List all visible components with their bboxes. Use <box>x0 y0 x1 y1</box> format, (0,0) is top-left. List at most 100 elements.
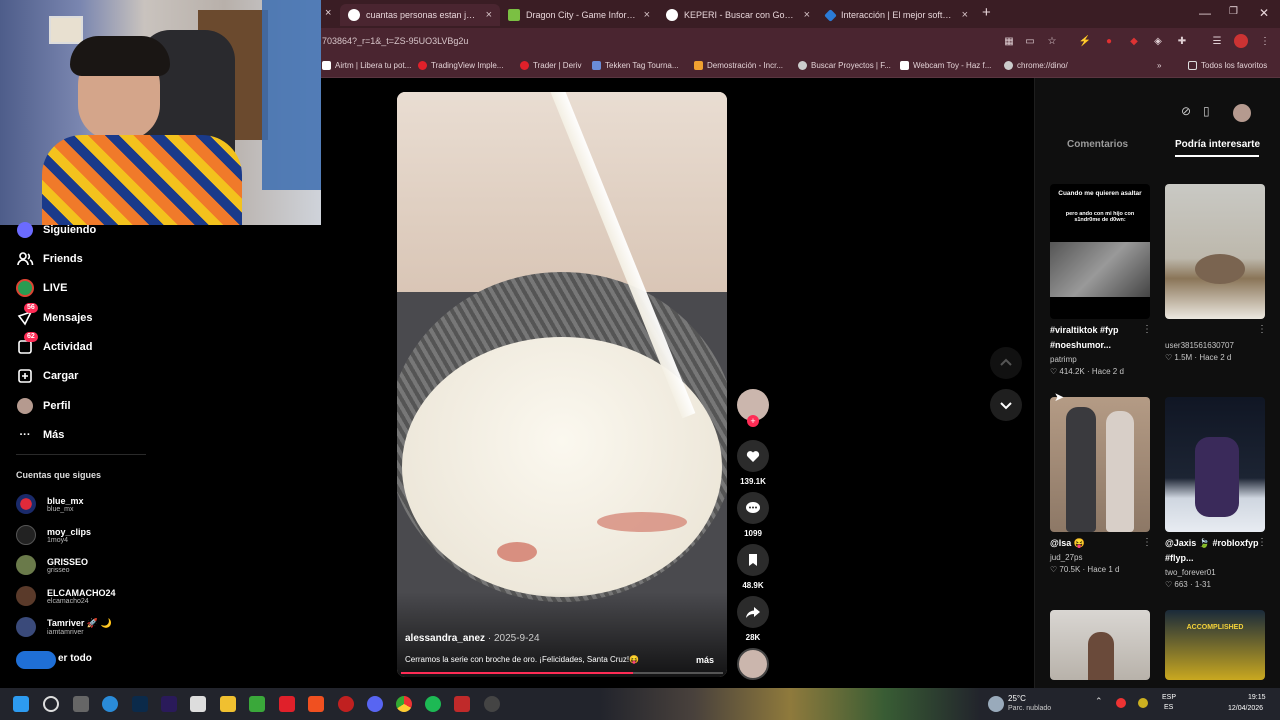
nav-mas[interactable]: ··· Más <box>16 424 65 446</box>
video-player[interactable]: alessandra_anez · 2025-9-24 Cerramos la … <box>397 92 727 677</box>
tab-podria-interesarte[interactable]: Podría interesarte <box>1175 139 1260 150</box>
card-menu-icon[interactable]: ⋮ <box>1142 537 1152 548</box>
file-explorer-icon[interactable] <box>220 696 236 712</box>
extension-icon[interactable]: ● <box>1102 34 1116 48</box>
cast-icon[interactable]: ▭ <box>1023 34 1037 48</box>
sidebar-icon[interactable]: ☰ <box>1210 34 1224 48</box>
url-text[interactable]: 703864?_r=1&_t=ZS-95UO3LVBg2u <box>322 36 468 46</box>
bookmark-item[interactable]: Tekken Tag Tourna... <box>592 61 679 70</box>
chrome-icon[interactable] <box>396 696 412 712</box>
extension-icon[interactable]: ⚡ <box>1078 34 1092 48</box>
author-avatar[interactable]: + <box>737 389 769 427</box>
account-item[interactable]: Tamriver 🚀 🌙 iamtamriver <box>16 613 112 641</box>
tab-comentarios[interactable]: Comentarios <box>1067 139 1128 150</box>
tray-icon[interactable] <box>1116 698 1126 708</box>
browser-tab[interactable]: cuantas personas estan jugando × <box>340 4 500 26</box>
account-item[interactable]: GRISSEO grisseo <box>16 551 88 579</box>
task-view-icon[interactable] <box>73 696 89 712</box>
recommended-video-card[interactable]: Cuando me quieren asaltar pero ando con … <box>1050 184 1152 376</box>
brave-icon[interactable] <box>308 696 324 712</box>
nav-actividad[interactable]: 62 Actividad <box>16 332 93 358</box>
all-bookmarks[interactable]: Todos los favoritos <box>1188 61 1267 70</box>
more-link[interactable]: más <box>696 655 714 665</box>
close-icon[interactable]: × <box>962 9 968 21</box>
close-icon[interactable]: × <box>644 9 650 21</box>
bookmark-item[interactable]: Buscar Proyectos | F... <box>798 61 891 70</box>
see-all-link[interactable]: er todo <box>58 653 92 664</box>
phone-icon[interactable]: ▯ <box>1203 104 1219 120</box>
previous-video-button[interactable] <box>990 347 1022 379</box>
menu-kebab-icon[interactable]: ⋮ <box>1258 34 1272 48</box>
close-icon[interactable]: × <box>486 9 492 21</box>
browser-tab[interactable]: KEPERI - Buscar con Google × <box>658 4 818 26</box>
minecraft-icon[interactable] <box>249 696 265 712</box>
browser-tab[interactable]: Dragon City - Game Informatio × <box>500 4 658 26</box>
comment-button[interactable]: 1099 <box>737 492 769 538</box>
profile-avatar-icon[interactable] <box>1234 34 1248 48</box>
tray-icon[interactable] <box>1138 698 1148 708</box>
card-menu-icon[interactable]: ⋮ <box>1257 537 1267 548</box>
compass-icon[interactable]: ⊘ <box>1181 104 1197 120</box>
nav-friends[interactable]: Friends <box>16 248 83 270</box>
keyboard-layout[interactable]: ES <box>1164 704 1173 711</box>
input-language[interactable]: ESP <box>1162 694 1176 701</box>
windows-start-icon[interactable] <box>13 696 29 712</box>
clock-time[interactable]: 19:15 <box>1248 694 1266 701</box>
close-window-icon[interactable]: ✕ <box>1259 6 1269 20</box>
bookmark-item[interactable]: Trader | Deriv <box>520 61 581 70</box>
translate-icon[interactable]: ▦ <box>1002 34 1016 48</box>
card-menu-icon[interactable]: ⋮ <box>1142 324 1152 335</box>
obs-icon[interactable] <box>484 696 500 712</box>
search-icon[interactable] <box>43 696 59 712</box>
bookmark-item[interactable]: chrome://dino/ <box>1004 61 1068 70</box>
sound-avatar[interactable] <box>737 648 769 680</box>
account-item[interactable]: ELCAMACHO24 elcamacho24 <box>16 582 116 610</box>
minimize-icon[interactable]: — <box>1199 6 1211 20</box>
avatar[interactable] <box>1233 104 1251 122</box>
browser-tab[interactable]: Interacción | El mejor software × <box>818 4 976 26</box>
deriv-app-icon[interactable] <box>279 696 295 712</box>
discord-icon[interactable] <box>367 696 383 712</box>
card-menu-icon[interactable]: ⋮ <box>1257 324 1267 335</box>
video-author[interactable]: alessandra_anez · 2025-9-24 <box>405 633 540 644</box>
app-icon[interactable] <box>338 696 354 712</box>
voicemeeter-icon[interactable] <box>454 696 470 712</box>
account-item[interactable]: blue_mx blue_mx <box>16 490 84 518</box>
weather-icon[interactable] <box>988 696 1004 712</box>
spotify-icon[interactable] <box>425 696 441 712</box>
premiere-icon[interactable] <box>161 696 177 712</box>
nav-mensajes[interactable]: 56 Mensajes <box>16 303 93 329</box>
store-icon[interactable] <box>190 696 206 712</box>
recommended-video-card[interactable]: @Jaxis 🍃 #robloxfyp #flyp... two_forever… <box>1165 397 1267 589</box>
chevron-right-icon[interactable]: » <box>1157 61 1161 70</box>
new-tab-button[interactable]: + <box>982 4 991 21</box>
tray-chevron-icon[interactable]: ⌃ <box>1095 696 1103 707</box>
bookmark-item[interactable]: TradingView Imple... <box>418 61 503 70</box>
bookmark-star-icon[interactable]: ☆ <box>1045 34 1059 48</box>
puzzle-icon[interactable]: ✚ <box>1175 34 1189 48</box>
bookmark-item[interactable]: Webcam Toy - Haz f... <box>900 61 991 70</box>
like-button[interactable]: 139.1K <box>737 440 769 486</box>
follow-plus-icon[interactable]: + <box>747 415 759 427</box>
progress-track[interactable] <box>401 672 723 674</box>
nav-siguiendo[interactable]: Siguiendo <box>16 219 96 241</box>
nav-live[interactable]: LIVE <box>16 277 67 299</box>
extension-icon[interactable]: ◈ <box>1151 34 1165 48</box>
close-icon[interactable]: × <box>804 9 810 21</box>
next-video-button[interactable] <box>990 389 1022 421</box>
account-item[interactable]: moy_clips 1moy4 <box>16 521 91 549</box>
recommended-video-card[interactable]: user381561630707 ♡ 1.5M · Hace 2 d ⋮ <box>1165 184 1267 362</box>
restore-icon[interactable]: ❐ <box>1229 6 1238 17</box>
recommended-video-card[interactable] <box>1050 610 1150 680</box>
bookmark-item[interactable]: Airtm | Libera tu pot... <box>322 61 411 70</box>
photoshop-icon[interactable] <box>132 696 148 712</box>
save-button[interactable]: 48.9K <box>737 544 769 590</box>
screen-share-pill[interactable] <box>16 651 56 669</box>
share-button[interactable]: 28K <box>737 596 769 642</box>
nav-perfil[interactable]: Perfil <box>16 395 71 417</box>
close-icon[interactable]: × <box>325 7 331 19</box>
edge-icon[interactable] <box>102 696 118 712</box>
extension-icon[interactable]: ◆ <box>1127 34 1141 48</box>
recommended-video-card[interactable]: ACCOMPLISHED <box>1165 610 1265 680</box>
nav-cargar[interactable]: Cargar <box>16 365 78 387</box>
